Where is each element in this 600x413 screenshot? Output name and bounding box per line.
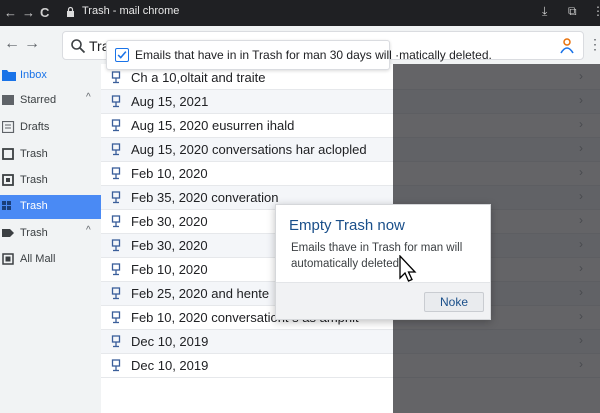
search-icon (71, 39, 86, 54)
tab-title: Trash - mail chrome (82, 5, 180, 17)
trash-icon (2, 148, 14, 160)
browser-back-icon[interactable]: ← (4, 5, 17, 20)
more-options-icon[interactable]: ⋮ (588, 36, 600, 53)
mail-row-text: Aug 15, 2020 conversations har aclopled (131, 142, 367, 157)
empty-trash-dialog: Empty Trash now Emails thave in Trash fo… (275, 204, 491, 320)
mail-item-icon (111, 95, 121, 108)
dialog-body: Emails thave in Trash for man will autom… (291, 242, 463, 270)
account-icon[interactable] (559, 37, 575, 55)
mouse-cursor-icon (399, 255, 417, 282)
sidebar-item-drafts[interactable]: Drafts (0, 116, 101, 140)
mail-item-icon (111, 287, 121, 300)
mail-row-text: Ch a 10,oltait and traite (131, 70, 266, 85)
mail-item-icon (111, 311, 121, 324)
extension-icon[interactable]: ⧉ (568, 4, 577, 19)
sidebar-item-trash[interactable]: Trash (0, 143, 101, 167)
dialog-confirm-button[interactable]: Noke (424, 292, 484, 312)
draft-icon (2, 121, 15, 133)
label-icon (2, 229, 14, 237)
download-icon[interactable]: ⤓ (542, 4, 547, 19)
mail-row-text: Dec 10, 2019 (131, 334, 209, 349)
sidebar-item-label: Trash (20, 227, 48, 239)
sidebar-item-label: Trash (20, 174, 48, 186)
lock-icon (67, 6, 74, 17)
checkbox-checked-icon[interactable] (115, 48, 129, 62)
sidebar-item-trash[interactable]: Trash (0, 169, 101, 193)
mail-row-text: Feb 35, 2020 converation (131, 190, 279, 205)
forward-arrow-icon[interactable]: → (24, 35, 40, 53)
sidebar-item-starred[interactable]: Starred ^ (0, 89, 101, 113)
sidebar-item-label: All Mall (20, 253, 56, 265)
dialog-title: Empty Trash now (289, 217, 405, 234)
sidebar-item-inbox[interactable]: Inbox (0, 64, 101, 88)
browser-menu-icon[interactable]: ⋮ (592, 4, 600, 18)
dialog-footer: Noke (276, 282, 490, 319)
sidebar-item-label: Trash (20, 148, 48, 160)
mail-item-icon (111, 191, 121, 204)
mail-item-icon (111, 167, 121, 180)
mail-item-icon (111, 239, 121, 252)
browser-top-bar: ← → C Trash - mail chrome ⤓ ⧉ ⋮ (0, 0, 600, 26)
sidebar-item-label: Inbox (20, 69, 47, 81)
mail-row-text: Feb 10, 2020 (131, 166, 208, 181)
chevron-up-icon[interactable]: ^ (86, 225, 91, 236)
mail-item-icon (111, 215, 121, 228)
browser-forward-icon[interactable]: → (22, 5, 35, 20)
mail-row-text: Aug 15, 2020 eusurren ihald (131, 118, 295, 133)
trash-icon (2, 174, 14, 186)
sidebar-item-trash-active[interactable]: Trash (0, 195, 101, 219)
folder-icon (2, 70, 16, 81)
mail-item-icon (111, 119, 121, 132)
trash-icon (2, 201, 11, 210)
mail-item-icon (111, 263, 121, 276)
mail-row-text: Feb 30, 2020 (131, 214, 208, 229)
mail-row-text: Feb 30, 2020 (131, 238, 208, 253)
sidebar-item-all-mail[interactable]: All Mall (0, 248, 101, 272)
mail-row-text: Dec 10, 2019 (131, 358, 209, 373)
mail-row-text: Feb 25, 2020 and hente (131, 286, 270, 301)
sidebar: Inbox Starred ^ Drafts Trash Trash Trash… (0, 64, 101, 413)
mail-item-icon (111, 335, 121, 348)
mail-item-icon (111, 71, 121, 84)
mail-item-icon (111, 143, 121, 156)
sidebar-item-trash[interactable]: Trash ^ (0, 222, 101, 246)
sidebar-item-label: Drafts (20, 121, 50, 133)
mail-row-text: Feb 10, 2020 (131, 262, 208, 277)
sidebar-item-label: Trash (20, 200, 48, 212)
back-arrow-icon[interactable]: ← (4, 35, 20, 53)
star-icon (2, 95, 14, 105)
chevron-up-icon[interactable]: ^ (86, 92, 91, 103)
mail-row-text: Aug 15, 2021 (131, 94, 209, 109)
sidebar-item-label: Starred (20, 94, 57, 106)
mail-stack-icon (2, 253, 14, 265)
mail-item-icon (111, 359, 121, 372)
reload-icon[interactable]: C (40, 5, 49, 20)
banner-text: Emails that have in in Trash for man 30 … (135, 48, 492, 62)
address-bar[interactable]: Trash - mail chrome ⤓ ⧉ ⋮ (60, 3, 600, 23)
